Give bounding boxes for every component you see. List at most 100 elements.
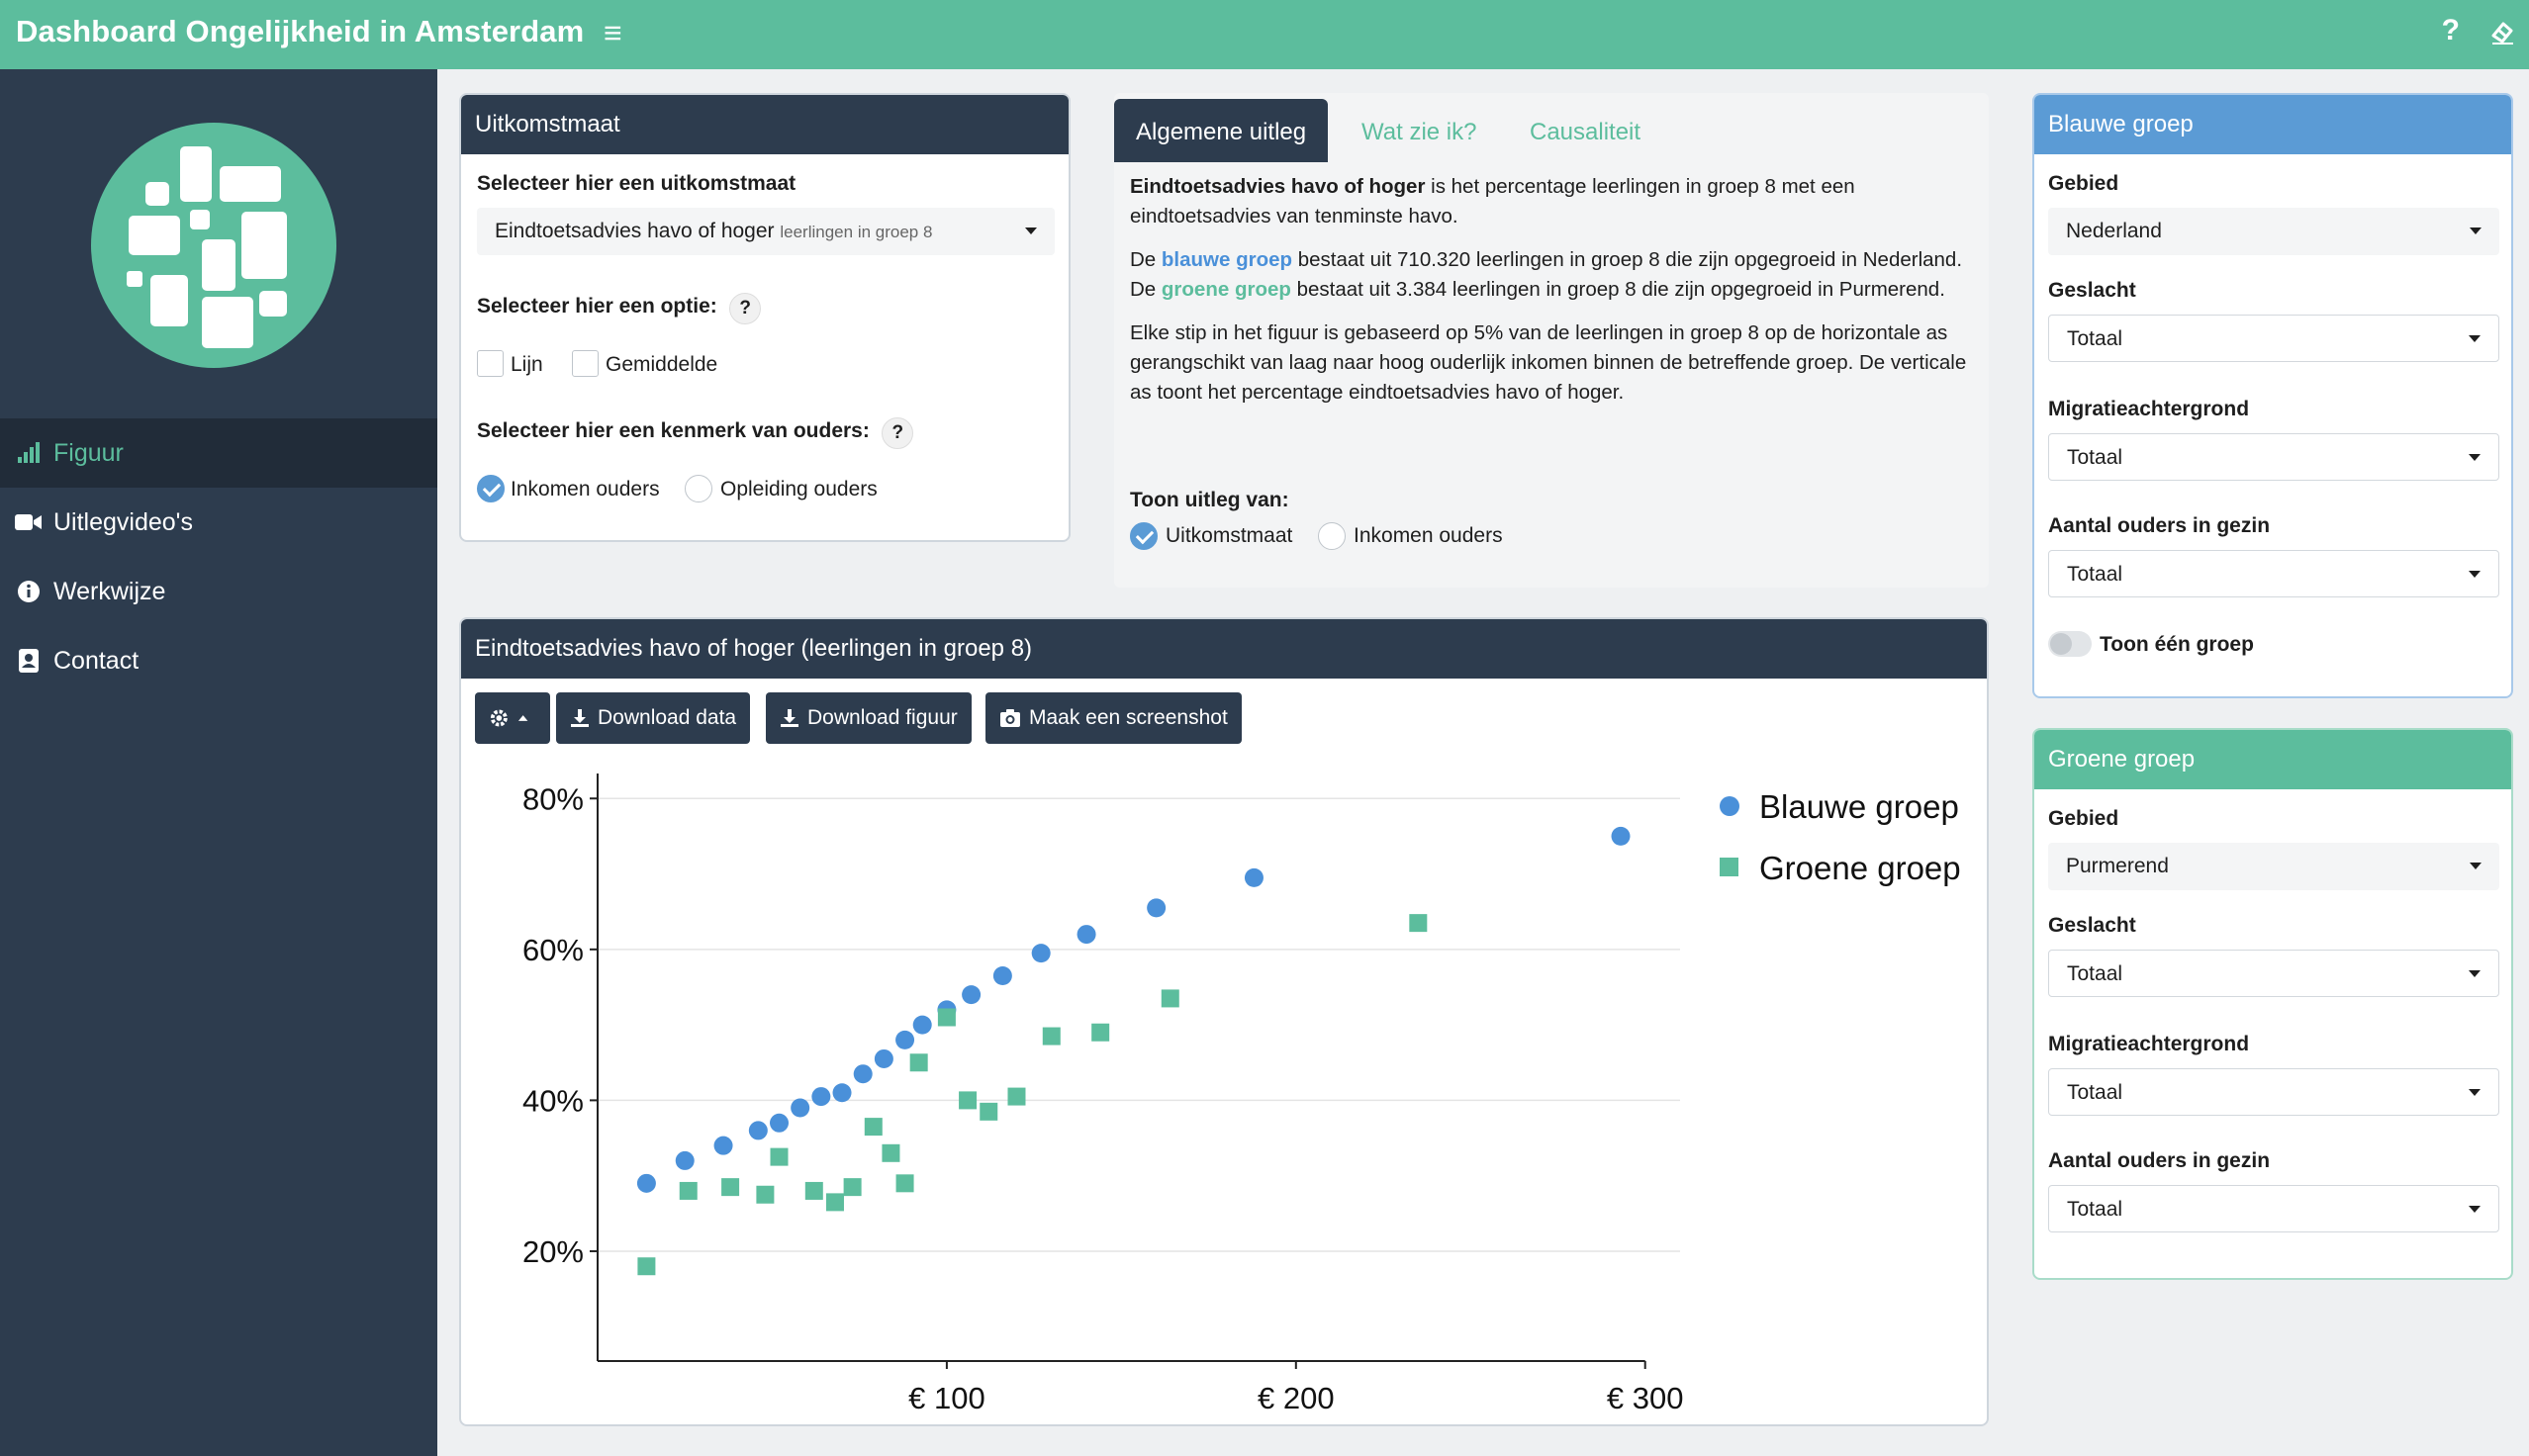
opleiding-ouders-radio[interactable] bbox=[685, 475, 712, 502]
sidebar-item-figuur[interactable]: Figuur bbox=[0, 418, 437, 488]
green-group-point[interactable] bbox=[770, 1147, 789, 1166]
green-geslacht-select[interactable]: Totaal bbox=[2048, 950, 2499, 997]
green-group-point[interactable] bbox=[756, 1185, 775, 1204]
green-group-point[interactable] bbox=[1161, 989, 1179, 1008]
kenmerk-help-icon[interactable]: ? bbox=[882, 417, 914, 449]
green-gebied-select[interactable]: Purmerend bbox=[2048, 843, 2499, 890]
blue-group-point[interactable] bbox=[1147, 898, 1167, 918]
blue-group-point[interactable] bbox=[1077, 925, 1096, 945]
tab-wat-zie-ik[interactable]: Wat zie ik? bbox=[1340, 99, 1498, 162]
blue-group-point[interactable] bbox=[832, 1083, 852, 1103]
blue-group-point[interactable] bbox=[748, 1121, 768, 1140]
explanation-panel: Algemene uitleg Wat zie ik? Causaliteit … bbox=[1114, 93, 1989, 588]
blue-group-point[interactable] bbox=[1611, 826, 1631, 846]
blue-migratie-select[interactable]: Totaal bbox=[2048, 433, 2499, 481]
help-button[interactable]: ? bbox=[2442, 14, 2460, 47]
y-tick-label: 80% bbox=[522, 781, 584, 816]
green-group-point[interactable] bbox=[1409, 914, 1428, 933]
green-group-point[interactable] bbox=[909, 1053, 928, 1072]
download-data-button[interactable]: Download data bbox=[556, 692, 751, 744]
app-title: Dashboard Ongelijkheid in Amsterdam bbox=[16, 14, 585, 48]
sidebar-item-uitlegvideos[interactable]: Uitlegvideo's bbox=[0, 488, 437, 557]
lijn-checkbox[interactable] bbox=[477, 350, 504, 377]
blue-group-point[interactable] bbox=[713, 1136, 733, 1155]
chevron-down-icon bbox=[1025, 228, 1037, 234]
screenshot-button[interactable]: Maak een screenshot bbox=[985, 692, 1242, 744]
blue-group-point[interactable] bbox=[1244, 867, 1264, 887]
blue-group-point[interactable] bbox=[636, 1173, 656, 1193]
blue-group-point[interactable] bbox=[770, 1113, 790, 1133]
blue-group-point[interactable] bbox=[675, 1150, 695, 1170]
gemiddelde-checkbox[interactable] bbox=[572, 350, 599, 377]
blue-group-point[interactable] bbox=[992, 966, 1012, 986]
green-group-point[interactable] bbox=[804, 1181, 823, 1200]
blue-group-point[interactable] bbox=[874, 1048, 893, 1068]
settings-dropdown-button[interactable] bbox=[475, 692, 550, 744]
figure-panel-title: Eindtoetsadvies havo of hoger (leerlinge… bbox=[461, 619, 1987, 679]
green-group-point[interactable] bbox=[937, 1008, 956, 1027]
blue-group-point[interactable] bbox=[912, 1015, 932, 1035]
legend-label[interactable]: Blauwe groep bbox=[1759, 788, 1959, 825]
x-tick-label: € 200 bbox=[1258, 1381, 1335, 1410]
blue-group-point[interactable] bbox=[853, 1064, 873, 1084]
blue-group-point[interactable] bbox=[791, 1098, 810, 1118]
green-ouders-select[interactable]: Totaal bbox=[2048, 1185, 2499, 1232]
green-group-point[interactable] bbox=[679, 1181, 698, 1200]
chevron-down-icon bbox=[2469, 335, 2481, 342]
green-group-point[interactable] bbox=[882, 1143, 900, 1162]
blue-geslacht-select[interactable]: Totaal bbox=[2048, 315, 2499, 362]
sidebar-item-contact[interactable]: Contact bbox=[0, 626, 437, 695]
tab-causaliteit[interactable]: Causaliteit bbox=[1508, 99, 1662, 162]
green-group-point[interactable] bbox=[1007, 1087, 1026, 1106]
green-migratie-select[interactable]: Totaal bbox=[2048, 1068, 2499, 1116]
green-group-point[interactable] bbox=[864, 1118, 883, 1137]
blue-group-point[interactable] bbox=[1031, 944, 1051, 963]
inkomen-ouders-uitleg-radio[interactable] bbox=[1318, 522, 1346, 550]
blue-gebied-select[interactable]: Nederland bbox=[2048, 208, 2499, 255]
green-group-point[interactable] bbox=[637, 1257, 656, 1276]
legend-blue-marker bbox=[1720, 796, 1739, 816]
blue-group-point[interactable] bbox=[962, 985, 982, 1005]
hamburger-menu-icon[interactable]: ≡ bbox=[604, 15, 622, 50]
blue-group-point[interactable] bbox=[895, 1030, 915, 1049]
option-help-icon[interactable]: ? bbox=[729, 293, 762, 324]
green-group-point[interactable] bbox=[843, 1178, 862, 1197]
green-group-point[interactable] bbox=[825, 1193, 844, 1212]
app-logo bbox=[91, 123, 336, 368]
explanation-paragraph-2: De blauwe groep bestaat uit 710.320 leer… bbox=[1130, 248, 1963, 301]
outcome-select-value: Eindtoetsadvies havo of hoger bbox=[495, 220, 775, 242]
explanation-paragraph-1: Eindtoetsadvies havo of hoger is het per… bbox=[1130, 175, 1855, 228]
blue-gebied-label: Gebied bbox=[2048, 172, 2119, 195]
sidebar-item-werkwijze[interactable]: Werkwijze bbox=[0, 557, 437, 626]
blue-ouders-label: Aantal ouders in gezin bbox=[2048, 514, 2271, 537]
green-group-point[interactable] bbox=[1091, 1023, 1110, 1042]
outcome-select[interactable]: Eindtoetsadvies havo of hoger leerlingen… bbox=[477, 208, 1055, 255]
blue-ouders-select[interactable]: Totaal bbox=[2048, 550, 2499, 597]
address-card-icon bbox=[14, 649, 44, 673]
sidebar-item-label: Contact bbox=[53, 646, 140, 675]
blue-group-title: Blauwe groep bbox=[2034, 95, 2511, 154]
green-group-point[interactable] bbox=[895, 1174, 914, 1193]
eraser-icon[interactable] bbox=[2489, 18, 2515, 46]
green-group-point[interactable] bbox=[980, 1102, 998, 1121]
chevron-down-icon bbox=[2469, 571, 2481, 578]
uitkomstmaat-radio[interactable] bbox=[1130, 522, 1158, 550]
outcome-select-sub: leerlingen in groep 8 bbox=[780, 223, 933, 241]
green-group-point[interactable] bbox=[721, 1178, 740, 1197]
caret-up-icon bbox=[517, 715, 528, 721]
green-group-point[interactable] bbox=[959, 1091, 978, 1110]
chevron-down-icon bbox=[2469, 1206, 2481, 1213]
toon-een-groep-toggle[interactable] bbox=[2048, 631, 2092, 657]
download-figure-button[interactable]: Download figuur bbox=[766, 692, 972, 744]
green-group-point[interactable] bbox=[1042, 1027, 1061, 1046]
y-tick-label: 20% bbox=[522, 1234, 584, 1269]
tab-algemene-uitleg[interactable]: Algemene uitleg bbox=[1114, 99, 1329, 162]
inkomen-ouders-radio[interactable] bbox=[477, 475, 505, 502]
explanation-text: Eindtoetsadvies havo of hoger is het per… bbox=[1130, 172, 1981, 421]
blue-group-point[interactable] bbox=[811, 1087, 831, 1107]
green-group-panel: Groene groep Gebied Purmerend Geslacht T… bbox=[2032, 728, 2513, 1280]
legend-label[interactable]: Groene groep bbox=[1759, 850, 1961, 886]
download-icon bbox=[571, 709, 589, 727]
toon-een-groep-label: Toon één groep bbox=[2100, 633, 2254, 656]
blue-group-panel: Blauwe groep Gebied Nederland Geslacht T… bbox=[2032, 93, 2513, 698]
